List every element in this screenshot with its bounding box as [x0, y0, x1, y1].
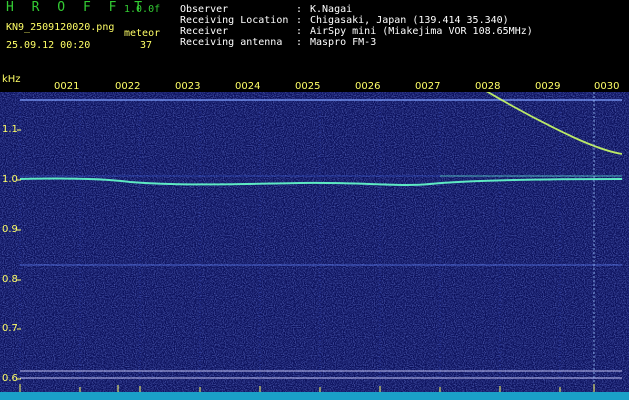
y-tick-label: 1.1 — [2, 124, 18, 135]
x-tick-label: 0023 — [175, 81, 201, 92]
spectrogram-plot — [0, 92, 629, 400]
info-separator: : — [296, 37, 303, 48]
x-tick-label: 0025 — [295, 81, 321, 92]
meteor-count: 37 — [140, 40, 153, 51]
info-label-antenna: Receiving antenna — [180, 37, 283, 48]
x-tick-label: 0029 — [535, 81, 561, 92]
y-tick-label: 0.9 — [2, 224, 18, 235]
file-name: KN9_2509120020.png — [6, 22, 115, 33]
x-tick-label: 0022 — [115, 81, 141, 92]
spectrum-band — [0, 392, 629, 400]
x-tick-label: 0024 — [235, 81, 261, 92]
info-value-antenna: Maspro FM-3 — [310, 37, 377, 48]
y-tick-label: 1.0 — [2, 174, 18, 185]
timestamp: 25.09.12 00:20 — [6, 40, 91, 51]
x-tick-label: 0027 — [415, 81, 441, 92]
meteor-label: meteor — [124, 28, 161, 39]
noise-texture — [0, 92, 629, 400]
app-version: 1.0.0f — [124, 4, 161, 15]
y-tick-label: 0.8 — [2, 274, 18, 285]
x-tick-label: 0028 — [475, 81, 501, 92]
y-axis-unit: kHz — [2, 74, 21, 85]
y-tick-label: 0.6 — [2, 373, 18, 384]
header-panel: H R O F F T 1.0.0f KN9_2509120020.png 25… — [0, 0, 629, 75]
x-tick-label: 0021 — [54, 81, 80, 92]
x-tick-label: 0030 — [594, 81, 620, 92]
x-tick-label: 0026 — [355, 81, 381, 92]
y-tick-label: 0.7 — [2, 323, 18, 334]
